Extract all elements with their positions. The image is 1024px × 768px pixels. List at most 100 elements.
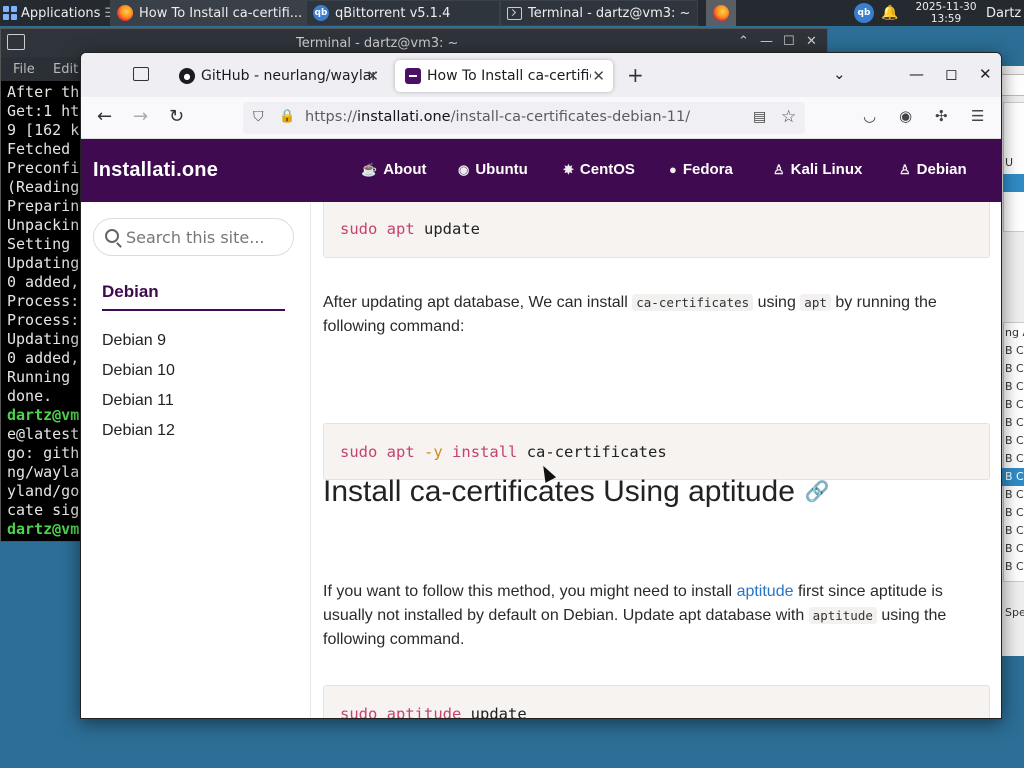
- clock-time: 13:59: [930, 13, 962, 25]
- tab-installati[interactable]: How To Install ca-certific ✕: [395, 60, 613, 92]
- inline-code: ca-certificates: [632, 294, 754, 311]
- applications-menu[interactable]: Applications ☰: [0, 0, 110, 26]
- taskbar-item-terminal[interactable]: Terminal - dartz@vm3: ~: [500, 0, 698, 26]
- reader-view-icon[interactable]: ▤: [753, 109, 766, 125]
- account-icon[interactable]: ◉: [899, 107, 912, 125]
- launcher-firefox[interactable]: [706, 0, 736, 26]
- minimize-icon[interactable]: —: [909, 65, 924, 83]
- qbittorrent-fragment: B C: [1005, 506, 1024, 519]
- linux-icon: ♙: [773, 162, 785, 177]
- forward-icon[interactable]: →: [133, 106, 148, 127]
- tab-close-icon[interactable]: ✕: [366, 67, 379, 85]
- terminal-line: Preparin: [7, 197, 80, 215]
- code-block-apt-update[interactable]: sudo apt update: [323, 202, 990, 258]
- section-heading-text: Install ca-certificates Using aptitude: [323, 475, 795, 508]
- url-prefix: https://: [305, 109, 357, 125]
- tab-close-icon[interactable]: ✕: [592, 67, 605, 85]
- terminal-menu-edit[interactable]: Edit: [53, 62, 78, 77]
- reload-icon[interactable]: ↻: [169, 106, 184, 127]
- terminal-line: (Reading: [7, 178, 80, 196]
- terminal-window-icon: [7, 34, 25, 50]
- sidebar-item-debian-11[interactable]: Debian 11: [102, 392, 174, 410]
- qbittorrent-icon: qb: [313, 5, 329, 21]
- qbittorrent-fragment: B C: [1005, 434, 1024, 447]
- bookmark-star-icon[interactable]: ☆: [781, 107, 796, 127]
- new-tab-icon[interactable]: +: [627, 63, 644, 87]
- inline-code: aptitude: [808, 607, 877, 624]
- terminal-close-icon[interactable]: ✕: [806, 34, 817, 49]
- firefox-icon: [713, 5, 729, 21]
- terminal-line: dartz@vm: [7, 406, 80, 424]
- site-brand[interactable]: Installati.one: [93, 159, 218, 182]
- sidebar-item-debian-10[interactable]: Debian 10: [102, 362, 175, 380]
- nav-label: Fedora: [682, 161, 733, 178]
- sidebar-item-debian-12[interactable]: Debian 12: [102, 422, 175, 440]
- top-panel: Applications ☰ How To Install ca-certifi…: [0, 0, 1024, 26]
- code-token: -y: [424, 443, 443, 461]
- menu-icon[interactable]: ☰: [971, 107, 984, 125]
- search-icon: [105, 229, 119, 243]
- qbittorrent-fragment: B C: [1005, 398, 1024, 411]
- nav-ubuntu[interactable]: ◉ Ubuntu: [458, 161, 528, 178]
- firefox-view-icon[interactable]: [133, 67, 149, 81]
- nav-debian[interactable]: ♙ Debian: [899, 161, 967, 178]
- list-all-tabs-icon[interactable]: ⌄: [833, 65, 846, 83]
- qbittorrent-selected-filter: [1003, 174, 1024, 192]
- nav-about[interactable]: ☕ About: [361, 161, 427, 178]
- linux-icon: ♙: [899, 162, 911, 177]
- link-icon[interactable]: 🔗: [805, 481, 830, 503]
- taskbar-item-label: How To Install ca-certifi...: [139, 5, 303, 21]
- qbittorrent-fragment: B C: [1005, 416, 1024, 429]
- taskbar-item-firefox[interactable]: How To Install ca-certifi...: [110, 0, 306, 26]
- tab-github[interactable]: ● GitHub - neurlang/waylan ✕: [169, 60, 387, 92]
- sidebar-item-debian-9[interactable]: Debian 9: [102, 332, 166, 350]
- paragraph-install-with-apt: After updating apt database, We can inst…: [323, 291, 993, 339]
- terminal-line: 9 [162 k: [7, 121, 80, 139]
- terminal-line: cate sig: [7, 501, 80, 519]
- notification-bell-icon[interactable]: 🔔: [880, 0, 900, 26]
- tab-label: How To Install ca-certific: [427, 68, 591, 84]
- qbittorrent-fragment: B C: [1005, 488, 1024, 501]
- terminal-shade-icon[interactable]: ⌃: [738, 34, 749, 49]
- terminal-menu-file[interactable]: File: [13, 62, 35, 77]
- terminal-line: Preconfi: [7, 159, 80, 177]
- user-menu[interactable]: Dartz: [986, 0, 1024, 26]
- nav-label: About: [383, 161, 427, 178]
- taskbar-item-label: Terminal - dartz@vm3: ~: [528, 5, 691, 21]
- aptitude-link[interactable]: aptitude: [737, 583, 794, 600]
- ubuntu-icon: ◉: [458, 162, 470, 177]
- shield-icon[interactable]: ⛉: [253, 109, 264, 125]
- pocket-icon[interactable]: ◡: [863, 107, 876, 125]
- qbittorrent-toolbar-combo[interactable]: [1001, 74, 1024, 96]
- section-heading: Install ca-certificates Using aptitude 🔗: [323, 475, 830, 509]
- nav-fedora[interactable]: ● Fedora: [669, 161, 733, 178]
- extensions-icon[interactable]: ✣: [935, 107, 948, 125]
- code-block-apt-install[interactable]: sudo apt -y install ca-certificates: [323, 423, 990, 480]
- lock-icon[interactable]: 🔒: [279, 109, 295, 124]
- terminal-line: done.: [7, 387, 53, 405]
- terminal-maximize-icon[interactable]: ☐: [783, 34, 795, 49]
- sidebar: Search this site... Debian Debian 9 Debi…: [81, 202, 311, 718]
- close-icon[interactable]: ✕: [979, 65, 992, 83]
- qbittorrent-fragment: ng A: [1005, 326, 1024, 339]
- taskbar-item-qbittorrent[interactable]: qb qBittorrent v5.1.4: [306, 0, 500, 26]
- terminal-line: go: gith: [7, 444, 80, 462]
- terminal-minimize-icon[interactable]: —: [760, 34, 773, 49]
- back-icon[interactable]: ←: [97, 106, 112, 127]
- qbittorrent-window[interactable]: U ng A B C B C B C B C B C B C B C B C B…: [1000, 66, 1024, 656]
- search-input[interactable]: Search this site...: [93, 218, 294, 256]
- url-text[interactable]: https://installati.one/install-ca-certif…: [305, 109, 690, 125]
- url-bar[interactable]: ⛉ 🔒 https://installati.one/install-ca-ce…: [243, 102, 805, 134]
- clock[interactable]: 2025-11-30 13:59: [908, 0, 984, 26]
- code-block-aptitude-update[interactable]: sudo aptitude update: [323, 685, 990, 719]
- qbittorrent-fragment: B C: [1005, 560, 1024, 573]
- nav-kali-linux[interactable]: ♙ Kali Linux: [773, 161, 862, 178]
- code-token: update: [470, 705, 527, 719]
- tray-qbittorrent[interactable]: qb: [852, 0, 876, 26]
- sidebar-title[interactable]: Debian: [102, 282, 159, 302]
- firefox-window[interactable]: ● GitHub - neurlang/waylan ✕ How To Inst…: [80, 52, 1002, 719]
- maximize-icon[interactable]: ◻: [945, 65, 957, 83]
- terminal-line: Process:: [7, 292, 80, 310]
- nav-centos[interactable]: ✸ CentOS: [563, 161, 635, 178]
- text: If you want to follow this method, you m…: [323, 583, 733, 600]
